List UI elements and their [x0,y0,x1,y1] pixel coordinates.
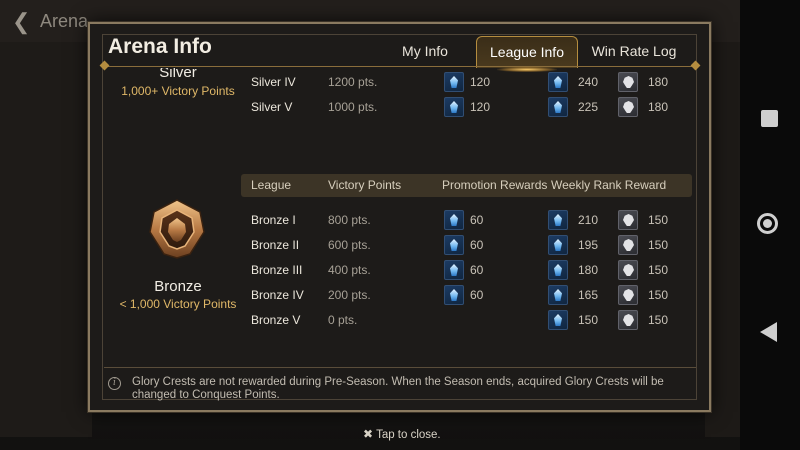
skull-emblem-icon [618,310,638,330]
row-weekly-crest: 240 [578,75,599,89]
modal-title: Arena Info [108,35,212,58]
glory-crest-icon [444,72,464,92]
row-promotion-reward: 120 [470,100,491,114]
row-weekly-skull: 180 [648,75,669,89]
glory-crest-icon [548,72,568,92]
row-weekly-skull: 150 [648,313,669,327]
back-arrow-icon: ❮ [12,9,31,34]
row-league: Bronze IV [251,288,304,302]
footer-note-text: Glory Crests are not rewarded during Pre… [132,376,664,401]
row-weekly-skull: 150 [648,213,669,227]
row-weekly-skull: 150 [648,263,669,277]
row-promotion-reward: 120 [470,75,491,89]
header-weekly-rank-reward: Weekly Rank Reward [551,178,667,192]
arena-info-modal: Arena Info My Info League Info Win Rate … [88,22,711,412]
row-league: Silver IV [251,75,296,89]
table-row: Bronze II 600 pts. 60 195 150 [104,234,696,256]
row-points: 0 pts. [328,313,358,327]
row-promotion-reward: 60 [470,213,484,227]
table-row: Bronze V 0 pts. 150 150 [104,309,696,331]
table-row: Bronze I 800 pts. 60 210 150 [104,209,696,231]
tab-divider [104,66,696,67]
table-row: Bronze III 400 pts. 60 180 150 [104,259,696,281]
glory-crest-icon [548,260,568,280]
recent-apps-button[interactable] [761,110,778,127]
row-weekly-crest: 225 [578,100,599,114]
table-row: Silver IV 1200 pts. 120 240 180 [104,71,696,93]
home-button[interactable] [757,213,778,234]
row-weekly-crest: 165 [578,288,599,302]
tab-league-info[interactable]: League Info [476,36,578,72]
row-weekly-crest: 210 [578,213,599,227]
row-points: 1000 pts. [328,100,378,114]
row-points: 800 pts. [328,213,371,227]
glory-crest-icon [444,285,464,305]
table-row: Silver V 1000 pts. 120 225 180 [104,96,696,118]
header-league: League [251,178,292,192]
header-victory-points: Victory Points [328,178,402,192]
row-weekly-crest: 150 [578,313,599,327]
skull-emblem-icon [618,210,638,230]
close-icon: ✖ [363,427,374,441]
row-points: 1200 pts. [328,75,378,89]
row-league: Bronze I [251,213,296,227]
glory-crest-icon [444,97,464,117]
row-league: Silver V [251,100,293,114]
row-weekly-skull: 150 [648,238,669,252]
glory-crest-icon [548,210,568,230]
row-points: 200 pts. [328,288,371,302]
footer-divider [104,367,696,368]
glory-crest-icon [444,210,464,230]
skull-emblem-icon [618,235,638,255]
tab-win-rate-log[interactable]: Win Rate Log [584,36,684,68]
glory-crest-icon [548,310,568,330]
tap-to-close-label: Tap to close. [376,429,441,441]
row-promotion-reward: 60 [470,238,484,252]
skull-emblem-icon [618,285,638,305]
row-weekly-skull: 180 [648,100,669,114]
info-icon: i [108,377,121,390]
glory-crest-icon [548,235,568,255]
glory-crest-icon [548,97,568,117]
tap-to-close[interactable]: ✖ Tap to close. [363,427,441,441]
glory-crest-icon [444,260,464,280]
skull-emblem-icon [618,72,638,92]
row-league: Bronze III [251,263,303,277]
skull-emblem-icon [618,97,638,117]
row-league: Bronze V [251,313,301,327]
background-screen-title: Arena [40,11,89,31]
skull-emblem-icon [618,260,638,280]
row-points: 600 pts. [328,238,371,252]
glory-crest-icon [444,235,464,255]
background-left-panel [0,42,92,437]
table-header: League Victory Points Promotion Rewards … [241,174,692,197]
row-points: 400 pts. [328,263,371,277]
row-league: Bronze II [251,238,300,252]
system-back-button[interactable] [760,322,777,342]
tab-my-info[interactable]: My Info [380,36,470,68]
row-promotion-reward: 60 [470,263,484,277]
league-list-scroll[interactable]: Silver 1,000+ Victory Points Silver IV 1… [104,68,696,368]
header-promotion-rewards: Promotion Rewards [442,178,548,192]
row-weekly-skull: 150 [648,288,669,302]
row-promotion-reward: 60 [470,288,484,302]
row-weekly-crest: 180 [578,263,599,277]
table-row: Bronze IV 200 pts. 60 165 150 [104,284,696,306]
glory-crest-icon [548,285,568,305]
row-weekly-crest: 195 [578,238,599,252]
